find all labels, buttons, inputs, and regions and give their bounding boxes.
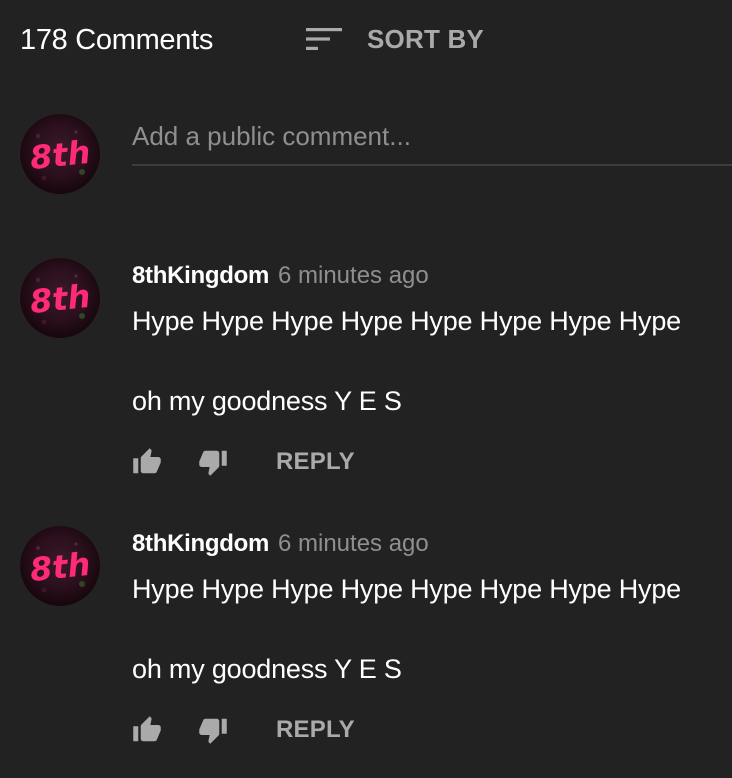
thumbs-up-icon[interactable] xyxy=(132,447,164,477)
sort-by-button[interactable]: SORT BY xyxy=(305,22,484,56)
sort-by-label: SORT BY xyxy=(367,23,484,54)
comment-text-line: Hype Hype Hype Hype Hype Hype Hype Hype xyxy=(132,306,681,336)
comment-timestamp[interactable]: 6 minutes ago xyxy=(278,262,429,290)
comment-text-line: oh my goodness Y E S xyxy=(132,386,402,416)
svg-text:8th: 8th xyxy=(28,133,92,177)
comment-meta: 8thKingdom 6 minutes ago xyxy=(132,262,429,290)
sort-icon xyxy=(305,26,343,52)
comment-text-line: oh my goodness Y E S xyxy=(132,654,402,684)
thumbs-down-icon[interactable] xyxy=(198,715,230,745)
svg-text:8th: 8th xyxy=(28,545,92,589)
author-name[interactable]: 8thKingdom xyxy=(132,262,269,290)
thumbs-down-icon[interactable] xyxy=(198,447,230,477)
comment-timestamp[interactable]: 6 minutes ago xyxy=(278,530,429,558)
comment-meta: 8thKingdom 6 minutes ago xyxy=(132,530,429,558)
author-name[interactable]: 8thKingdom xyxy=(132,530,269,558)
add-comment-input[interactable] xyxy=(132,116,722,156)
author-avatar[interactable]: 8th xyxy=(20,258,100,338)
thumbs-up-icon[interactable] xyxy=(132,715,164,745)
current-user-avatar[interactable]: 8th xyxy=(20,114,100,194)
comment-actions: REPLY xyxy=(132,444,355,480)
reply-button[interactable]: REPLY xyxy=(276,448,355,476)
comment-count: 178 Comments xyxy=(20,23,214,56)
comment-actions: REPLY xyxy=(132,712,355,748)
comment-text-line: Hype Hype Hype Hype Hype Hype Hype Hype xyxy=(132,574,681,604)
comments-header: 178 Comments xyxy=(20,22,213,58)
comments-section: 178 Comments SORT BY 8th 8th xyxy=(0,0,732,778)
author-avatar[interactable]: 8th xyxy=(20,526,100,606)
svg-text:8th: 8th xyxy=(28,277,92,321)
reply-button[interactable]: REPLY xyxy=(276,716,355,744)
add-comment-box[interactable] xyxy=(132,112,732,166)
